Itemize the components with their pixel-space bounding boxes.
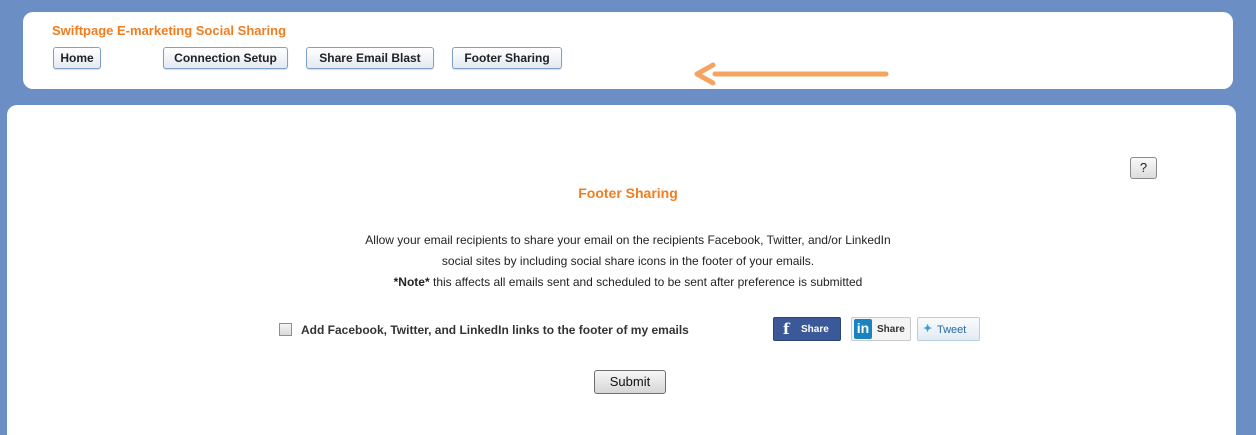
- submit-button[interactable]: Submit: [594, 370, 666, 394]
- note-text: this affects all emails sent and schedul…: [429, 275, 863, 289]
- nav-share-email-blast-button[interactable]: Share Email Blast: [306, 47, 434, 69]
- left-arrow-icon: [694, 62, 889, 86]
- header-panel: Swiftpage E-marketing Social Sharing Hom…: [23, 12, 1233, 89]
- linkedin-share-label: Share: [877, 324, 905, 335]
- twitter-tweet-badge: ✦ Tweet: [917, 317, 980, 341]
- add-footer-links-label: Add Facebook, Twitter, and LinkedIn link…: [301, 323, 689, 337]
- facebook-share-label: Share: [801, 324, 829, 335]
- app-title: Swiftpage E-marketing Social Sharing: [52, 23, 287, 38]
- section-title: Footer Sharing: [578, 185, 678, 201]
- twitter-tweet-label: Tweet: [937, 324, 967, 336]
- help-button[interactable]: ?: [1130, 157, 1157, 179]
- facebook-icon: f: [783, 320, 790, 338]
- nav-footer-sharing-button[interactable]: Footer Sharing: [452, 47, 562, 69]
- add-footer-links-checkbox[interactable]: [279, 323, 292, 336]
- linkedin-share-badge: in Share: [851, 317, 911, 341]
- twitter-bird-icon: ✦: [923, 323, 933, 335]
- linkedin-icon: in: [854, 319, 872, 339]
- note-line: *Note* this affects all emails sent and …: [7, 275, 1249, 289]
- facebook-share-badge: f Share: [773, 317, 841, 341]
- note-prefix: *Note*: [393, 275, 430, 289]
- description-line-1: Allow your email recipients to share you…: [365, 233, 891, 247]
- description-line-2: social sites by including social share i…: [441, 254, 815, 268]
- nav-connection-setup-button[interactable]: Connection Setup: [163, 47, 288, 69]
- nav-home-button[interactable]: Home: [53, 47, 101, 69]
- main-panel: ? Footer Sharing Allow your email recipi…: [7, 105, 1236, 435]
